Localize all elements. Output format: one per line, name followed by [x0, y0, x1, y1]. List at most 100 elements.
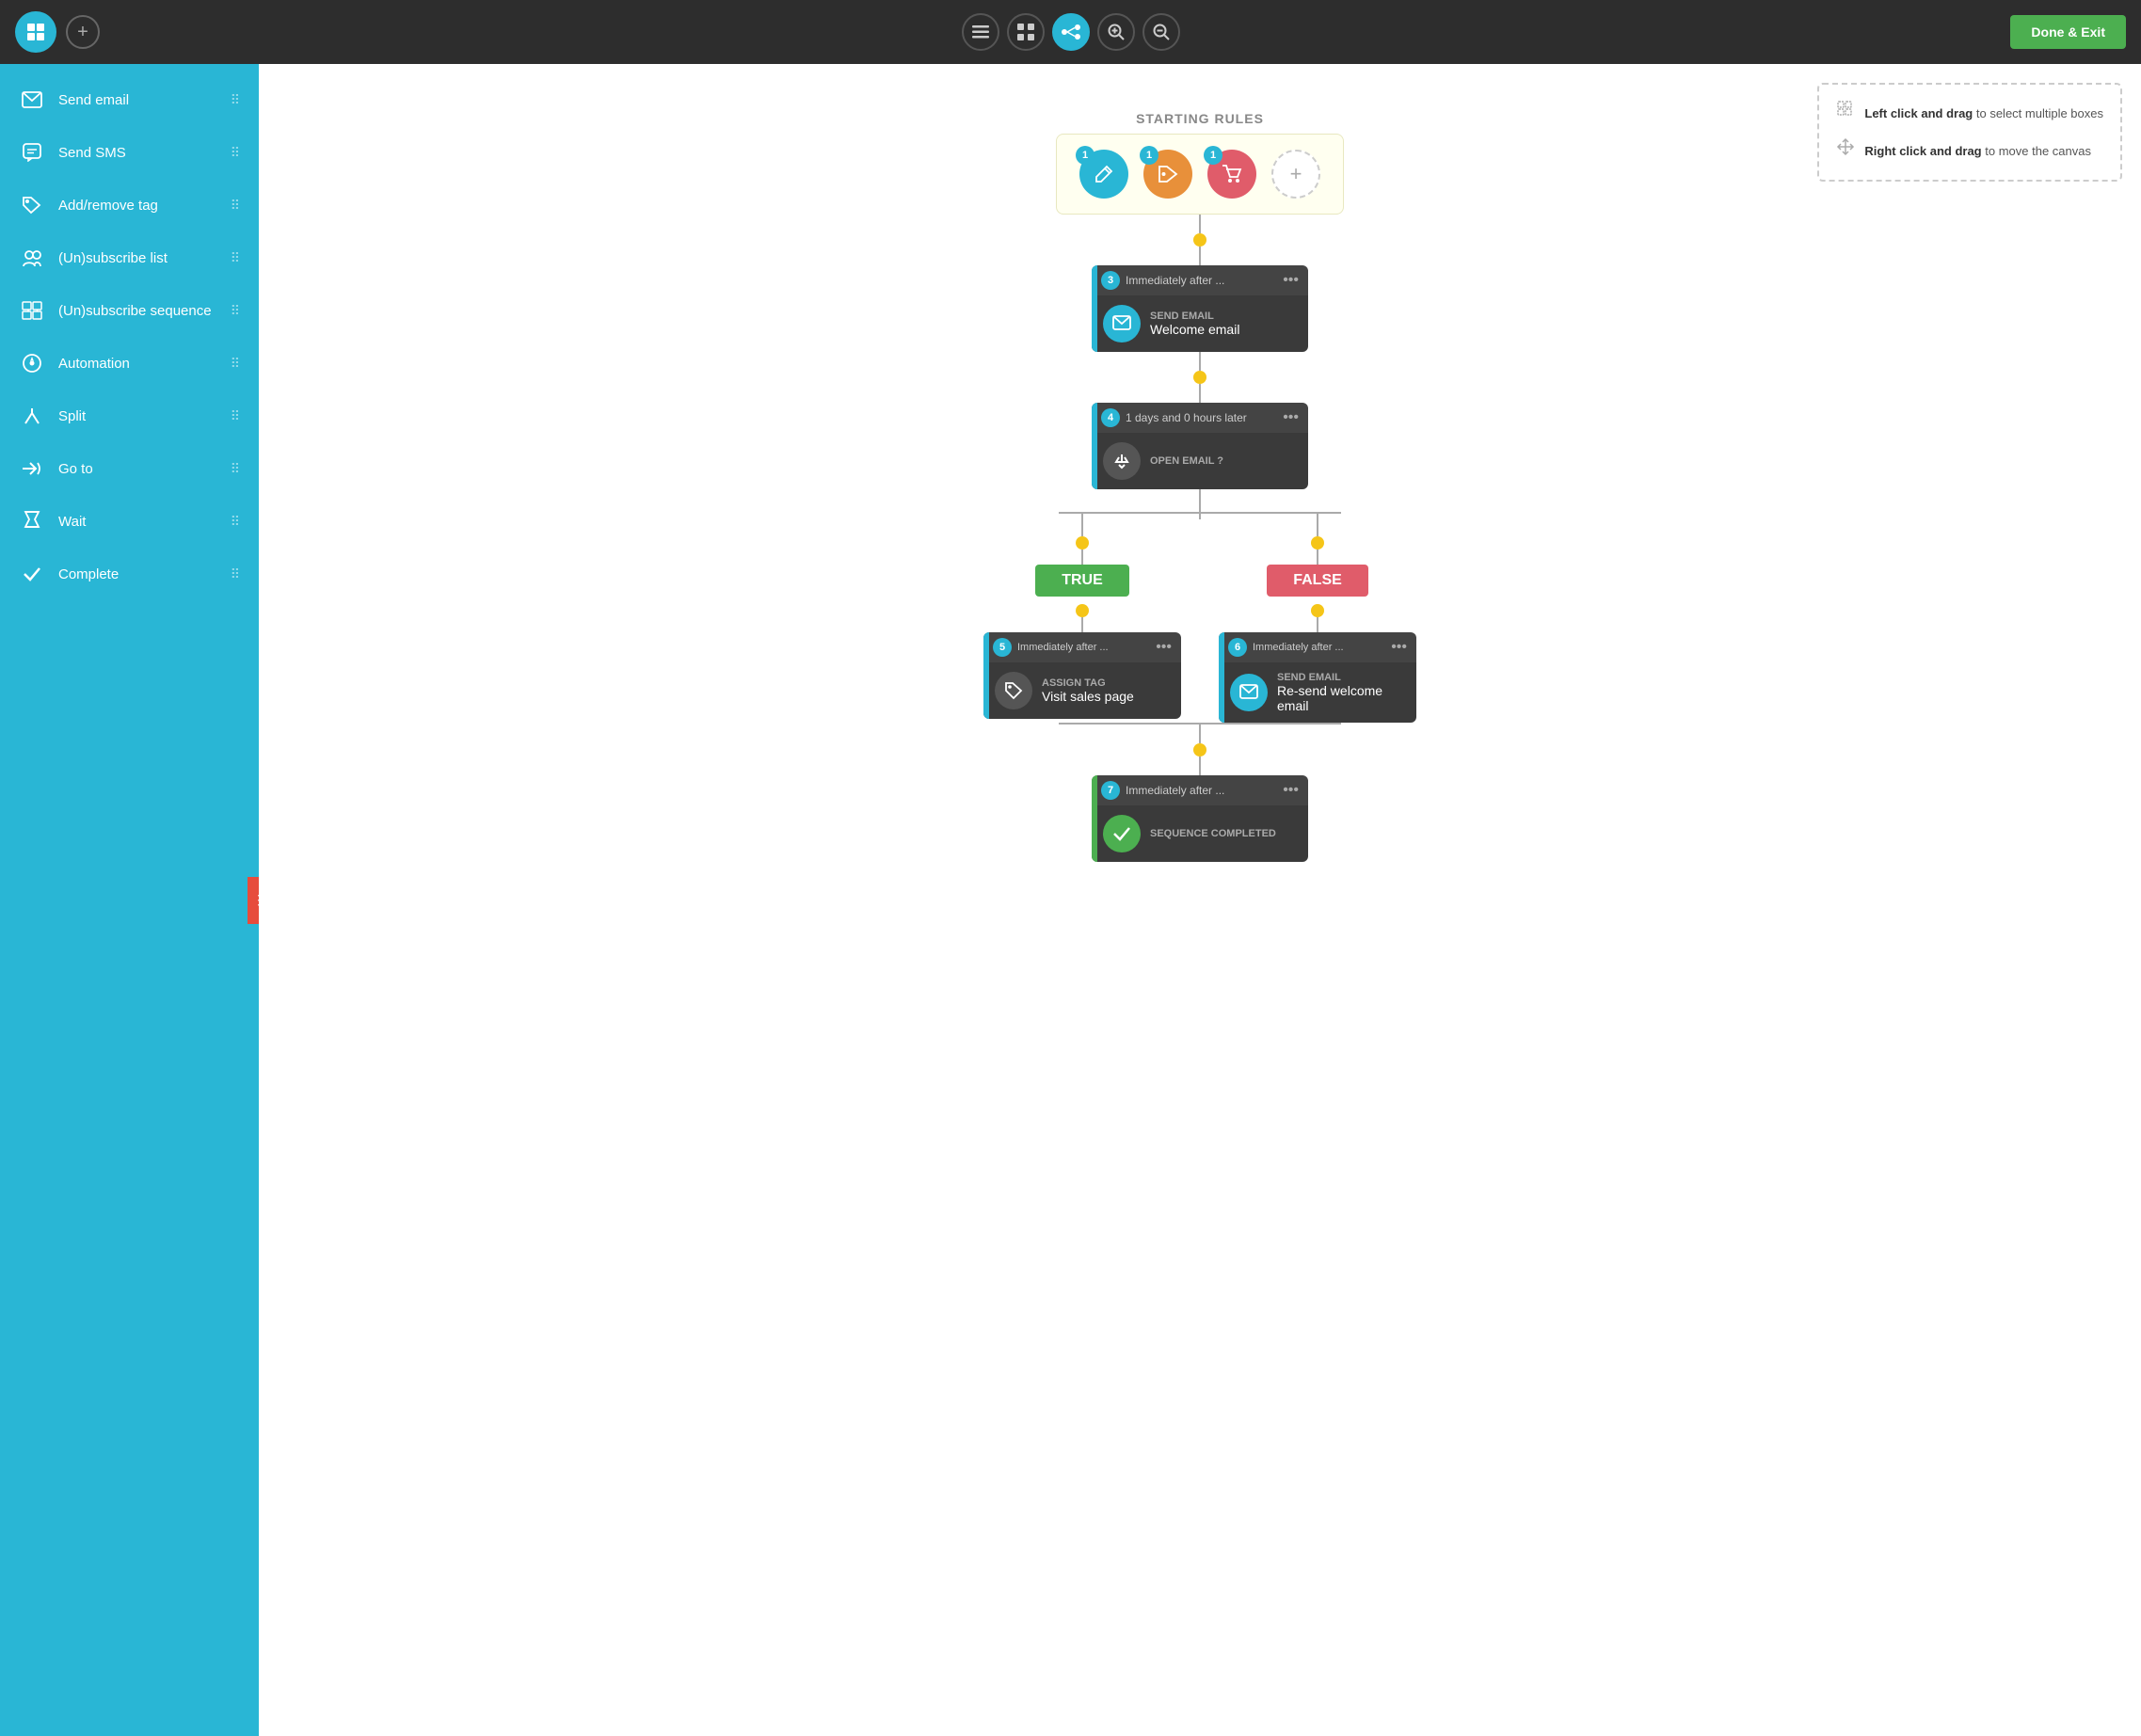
- wait-icon: [19, 508, 45, 534]
- flow-view-button[interactable]: [1052, 13, 1090, 51]
- main-layout: Send email ⠿ Send SMS ⠿: [0, 64, 2141, 1736]
- branch-false-dot-2: [1311, 604, 1324, 617]
- sidebar-item-wait[interactable]: Wait ⠿: [0, 495, 259, 548]
- node-4-menu[interactable]: •••: [1283, 409, 1299, 426]
- topbar: +: [0, 0, 2141, 64]
- sidebar-item-split[interactable]: Split ⠿: [0, 390, 259, 442]
- unsubscribe-sequence-icon: [19, 297, 45, 324]
- node-6-type: SEND EMAIL: [1277, 672, 1405, 683]
- node-7-body: SEQUENCE COMPLETED: [1092, 805, 1308, 862]
- list-view-button[interactable]: [962, 13, 999, 51]
- node-7-menu[interactable]: •••: [1283, 782, 1299, 799]
- node-3-header-left: 3 Immediately after ...: [1101, 271, 1224, 290]
- go-to-icon: [19, 455, 45, 482]
- rule-icon-cart[interactable]: 1: [1207, 150, 1256, 199]
- sidebar-item-complete[interactable]: Complete ⠿: [0, 548, 259, 600]
- merge-vert: [1199, 725, 1201, 743]
- drag-handle-tag: ⠿: [231, 198, 240, 214]
- node-7-icon: [1103, 815, 1141, 852]
- sidebar-item-label-list: (Un)subscribe list: [58, 250, 231, 266]
- sidebar-item-unsubscribe-sequence[interactable]: (Un)subscribe sequence ⠿: [0, 284, 259, 337]
- node-7-header-text: Immediately after ...: [1126, 784, 1224, 797]
- connector-1: [1193, 215, 1206, 265]
- done-exit-button[interactable]: Done & Exit: [2010, 15, 2126, 49]
- node-3-icon: [1103, 305, 1141, 342]
- automation-icon: [19, 350, 45, 376]
- node-7-badge: 7: [1101, 781, 1120, 800]
- branch-false: FALSE 6 Immediately after ...: [1219, 514, 1416, 723]
- node-6-header: 6 Immediately after ... •••: [1219, 632, 1416, 662]
- sidebar-item-label-send-sms: Send SMS: [58, 145, 231, 161]
- branch-false-dot: [1311, 536, 1324, 549]
- logo-icon: [15, 11, 56, 53]
- connector-line-2: [1199, 247, 1201, 265]
- sidebar-item-go-to[interactable]: Go to ⠿: [0, 442, 259, 495]
- sidebar-item-label-tag: Add/remove tag: [58, 198, 231, 214]
- split-area: TRUE 5 Immediately after ...: [983, 489, 1416, 775]
- merge-area: [1059, 723, 1341, 775]
- flow-container: STARTING RULES 1 1: [278, 83, 2122, 918]
- node-4-type: OPEN EMAIL ?: [1150, 455, 1223, 467]
- drag-handle-send-email: ⠿: [231, 92, 240, 108]
- zoom-in-button[interactable]: [1097, 13, 1135, 51]
- node-3-body: SEND EMAIL Welcome email: [1092, 295, 1308, 352]
- node-6-name: Re-send welcome email: [1277, 683, 1405, 713]
- drag-handle-complete: ⠿: [231, 566, 240, 582]
- split-horizontal: [1059, 512, 1341, 514]
- sidebar-collapse-button[interactable]: ⋮: [248, 877, 259, 924]
- starting-rules-label: STARTING RULES: [1056, 111, 1344, 126]
- node-3-badge: 3: [1101, 271, 1120, 290]
- starting-rules-box[interactable]: 1 1: [1056, 134, 1344, 215]
- connector-line-3: [1199, 352, 1201, 371]
- branch-false-conn-1: [1317, 514, 1318, 536]
- connector-2: [1193, 352, 1206, 403]
- add-rule-button[interactable]: +: [1271, 150, 1320, 199]
- connector-dot-1: [1193, 233, 1206, 247]
- complete-icon: [19, 561, 45, 587]
- sidebar-item-send-email[interactable]: Send email ⠿: [0, 73, 259, 126]
- node-5-menu[interactable]: •••: [1156, 639, 1172, 656]
- node-7-type: SEQUENCE COMPLETED: [1150, 828, 1276, 839]
- merge-vert-2: [1199, 757, 1201, 775]
- sidebar-item-send-sms[interactable]: Send SMS ⠿: [0, 126, 259, 179]
- starting-rules-section: STARTING RULES 1 1: [1056, 111, 1344, 215]
- node-6-menu[interactable]: •••: [1391, 639, 1407, 656]
- sidebar-item-label-complete: Complete: [58, 566, 231, 582]
- node-3-text: SEND EMAIL Welcome email: [1150, 311, 1239, 337]
- canvas-inner: Left click and drag to select multiple b…: [259, 64, 2141, 1099]
- node-5[interactable]: 5 Immediately after ... •••: [983, 632, 1181, 719]
- sidebar-item-add-remove-tag[interactable]: Add/remove tag ⠿: [0, 179, 259, 231]
- node-7-header: 7 Immediately after ... •••: [1092, 775, 1308, 805]
- node-4-body: OPEN EMAIL ?: [1092, 433, 1308, 489]
- drag-handle-automation: ⠿: [231, 356, 240, 372]
- rule-icon-edit[interactable]: 1: [1079, 150, 1128, 199]
- branch-true-dot: [1076, 536, 1089, 549]
- node-3-name: Welcome email: [1150, 322, 1239, 337]
- rule-icon-tag[interactable]: 1: [1143, 150, 1192, 199]
- branch-true-dot-2: [1076, 604, 1089, 617]
- add-button[interactable]: +: [66, 15, 100, 49]
- sidebar-item-automation[interactable]: Automation ⠿: [0, 337, 259, 390]
- node-3-menu[interactable]: •••: [1283, 272, 1299, 289]
- node-6[interactable]: 6 Immediately after ... •••: [1219, 632, 1416, 723]
- node-4[interactable]: 4 1 days and 0 hours later •••: [1092, 403, 1308, 489]
- send-sms-icon: [19, 139, 45, 166]
- zoom-out-button[interactable]: [1142, 13, 1180, 51]
- drag-handle-list: ⠿: [231, 250, 240, 266]
- grid-view-button[interactable]: [1007, 13, 1045, 51]
- drag-handle-split: ⠿: [231, 408, 240, 424]
- node-3[interactable]: 3 Immediately after ... •••: [1092, 265, 1308, 352]
- node-4-left-bar: [1092, 403, 1097, 489]
- sidebar-item-unsubscribe-list[interactable]: (Un)subscribe list ⠿: [0, 231, 259, 284]
- node-4-text: OPEN EMAIL ?: [1150, 455, 1223, 467]
- sidebar-item-label-automation: Automation: [58, 356, 231, 372]
- node-5-header: 5 Immediately after ... •••: [983, 632, 1181, 662]
- branch-false-conn-2: [1317, 549, 1318, 565]
- node-6-text: SEND EMAIL Re-send welcome email: [1277, 672, 1405, 713]
- connector-line-1: [1199, 215, 1201, 233]
- node-7[interactable]: 7 Immediately after ... ••• SEQUENCE CO: [1092, 775, 1308, 862]
- split-icon: [19, 403, 45, 429]
- topbar-toolbar: [962, 13, 1180, 51]
- node-5-text: ASSIGN TAG Visit sales page: [1042, 677, 1134, 704]
- node-3-header: 3 Immediately after ... •••: [1092, 265, 1308, 295]
